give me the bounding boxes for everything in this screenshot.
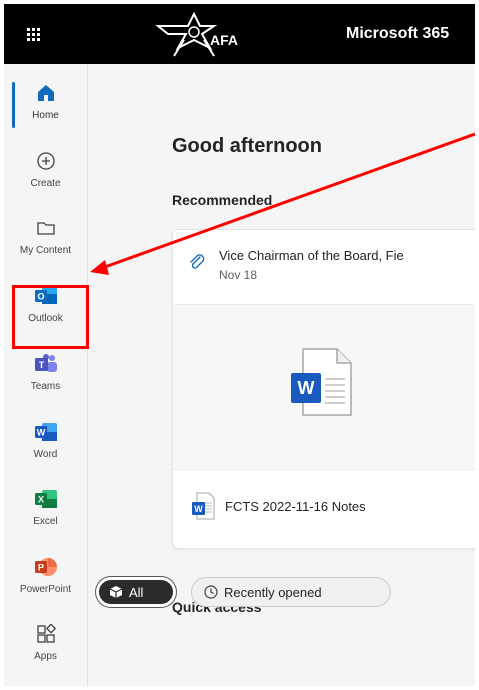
recommended-heading: Recommended [172, 192, 273, 208]
rail-label-apps: Apps [34, 651, 57, 662]
rail-label-my-content: My Content [19, 245, 72, 256]
plus-circle-icon [33, 148, 59, 174]
app-launcher-button[interactable] [4, 4, 62, 64]
rail-label-create: Create [30, 178, 61, 189]
rail-item-home[interactable]: Home [4, 74, 87, 134]
filter-recent-label: Recently opened [224, 584, 322, 600]
filter-all-button[interactable]: All [96, 577, 176, 607]
apps-icon [33, 621, 59, 647]
powerpoint-icon: P [33, 554, 59, 580]
rail-label-powerpoint: PowerPoint [19, 584, 72, 595]
greeting-heading: Good afternoon [172, 135, 322, 157]
logo-text: AFA [210, 32, 238, 48]
excel-icon: X [33, 486, 59, 512]
top-bar: AFA Microsoft 365 [4, 4, 475, 64]
svg-text:X: X [37, 495, 43, 505]
filter-all-label: All [129, 584, 144, 600]
svg-text:W: W [298, 378, 315, 398]
folder-icon [33, 215, 59, 241]
file-name[interactable]: FCTS 2022-11-16 Notes [225, 499, 366, 514]
rail-item-create[interactable]: Create [4, 142, 87, 202]
word-file-icon: W [191, 492, 215, 520]
svg-text:W: W [194, 504, 203, 514]
word-icon: W [33, 419, 59, 445]
rail-label-word: Word [33, 449, 58, 460]
rail-item-word[interactable]: W Word [4, 413, 87, 473]
rail-item-excel[interactable]: X Excel [4, 480, 87, 540]
waffle-icon [26, 27, 40, 41]
home-icon [33, 80, 59, 106]
cube-icon [109, 585, 123, 599]
rail-label-home: Home [32, 110, 59, 121]
rail-item-my-content[interactable]: My Content [4, 209, 87, 269]
word-document-icon: W [289, 347, 355, 417]
rail-item-powerpoint[interactable]: P PowerPoint [4, 548, 87, 608]
card-date: Nov 18 [219, 268, 258, 282]
recommended-card[interactable]: Vice Chairman of the Board, Fie Nov 18 W [172, 229, 475, 549]
rail-item-apps[interactable]: Apps [4, 615, 87, 675]
paperclip-icon [187, 252, 207, 272]
svg-text:W: W [36, 428, 45, 438]
rail-label-teams: Teams [30, 381, 61, 392]
card-header: Vice Chairman of the Board, Fie Nov 18 [173, 230, 475, 304]
teams-icon: T [33, 351, 59, 377]
rail-item-teams[interactable]: T Teams [4, 345, 87, 405]
svg-text:P: P [37, 563, 43, 573]
left-app-rail: Home Create My Content O Outlook T Teams [4, 64, 88, 686]
brand-title[interactable]: Microsoft 365 [346, 25, 449, 43]
rail-label-excel: Excel [33, 516, 58, 527]
afa-logo[interactable]: AFA [154, 10, 254, 60]
m365-window: AFA Microsoft 365 Home Create My Content [4, 4, 475, 686]
outlook-highlight-box [12, 285, 89, 349]
card-title[interactable]: Vice Chairman of the Board, Fie [219, 248, 404, 263]
filter-recent-button[interactable]: Recently opened [191, 577, 391, 607]
card-footer: W FCTS 2022-11-16 Notes [173, 468, 475, 548]
active-indicator [12, 82, 15, 128]
clock-icon [204, 585, 218, 599]
file-preview[interactable]: W [173, 304, 475, 470]
svg-text:T: T [38, 360, 44, 370]
